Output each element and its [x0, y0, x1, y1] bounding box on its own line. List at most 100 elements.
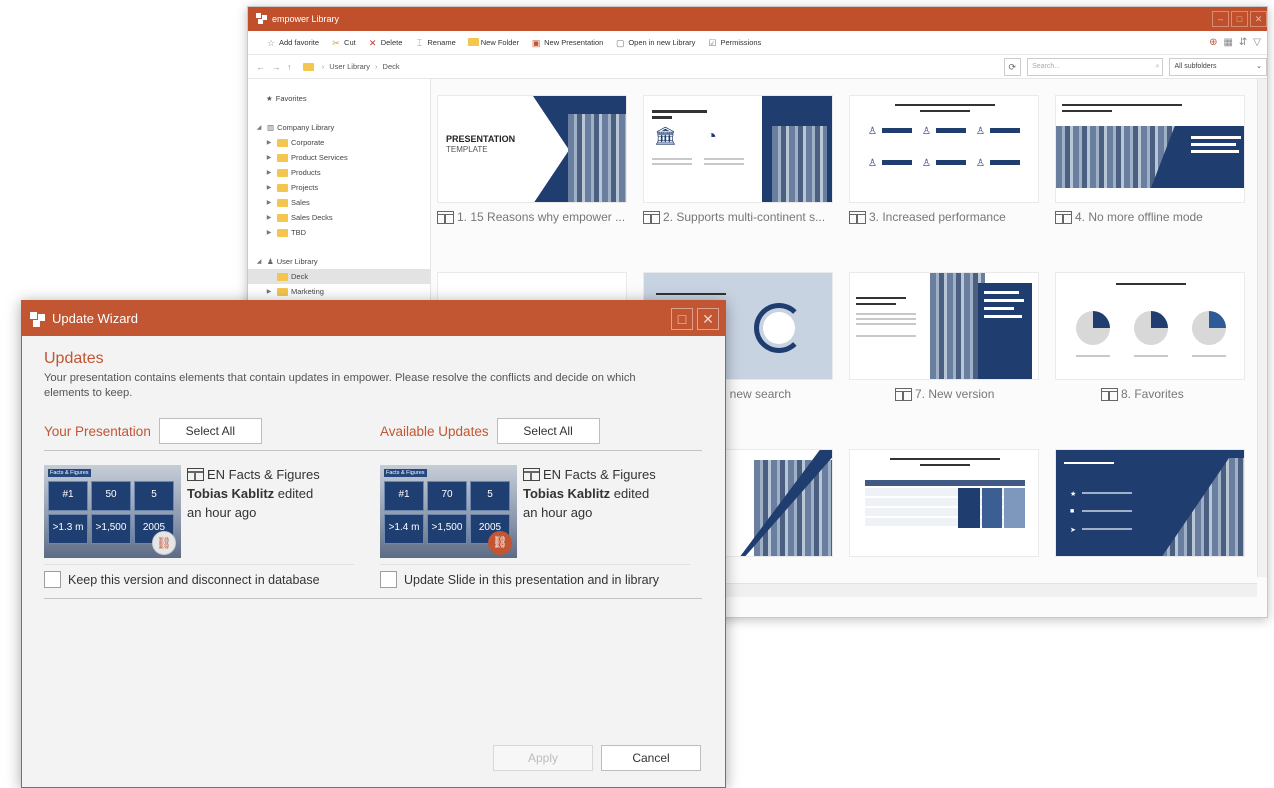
author-name: Tobias Kablitz — [523, 486, 611, 501]
up-arrow-icon[interactable]: ↑ — [287, 62, 303, 72]
folder-icon — [277, 228, 288, 237]
slide-preview: 🏛 ◔ — [643, 95, 833, 203]
star-icon: ☆ — [266, 37, 276, 48]
slide-label: 7. New version — [915, 387, 995, 401]
tree-item-deck[interactable]: Deck — [248, 269, 430, 284]
window-icon: ▢ — [616, 37, 625, 48]
cut-button[interactable]: ✂ Cut — [331, 38, 355, 48]
library-toolbar: ☆ Add favorite ✂ Cut ✕ Delete ⌶ Rename New F… — [248, 31, 1267, 55]
refresh-button[interactable]: ⟳ — [1003, 57, 1022, 76]
forward-arrow-icon[interactable]: → — [272, 62, 288, 72]
slide-icon — [849, 210, 866, 224]
tree-item-corporate[interactable]: ▶ Corporate — [248, 135, 430, 150]
maximize-icon[interactable]: □ — [1231, 11, 1248, 27]
update-slide-checkbox-row[interactable]: Update Slide in this presentation and in… — [380, 564, 690, 588]
link-icon: ⛓ — [152, 531, 176, 555]
slide-thumb-1[interactable]: PRESENTATION TEMPLATE 1. 15 Reasons why … — [437, 95, 627, 224]
folder-icon — [302, 62, 314, 71]
slide-thumb-7[interactable]: 7. New version — [849, 272, 1039, 401]
folder-icon — [277, 272, 288, 281]
keep-version-checkbox[interactable] — [44, 571, 61, 588]
search-input[interactable]: Search... ⌕ — [1027, 57, 1164, 76]
slide-preview — [849, 272, 1039, 380]
edit-time: an hour ago — [523, 505, 593, 520]
slide-label: 2. Supports multi-continent s... — [663, 210, 826, 224]
tree-item-sales[interactable]: ▶ Sales — [248, 195, 430, 210]
tree-item-products[interactable]: ▶ Products — [248, 165, 430, 180]
slide-icon — [1101, 387, 1118, 401]
maximize-icon[interactable]: □ — [671, 307, 693, 330]
subfolders-dropdown[interactable]: All subfolders ⌄ — [1169, 57, 1267, 76]
slide-label: 8. Favorites — [1121, 387, 1184, 401]
new-presentation-button[interactable]: ▣ New Presentation — [531, 38, 603, 48]
slide-thumb-2[interactable]: 🏛 ◔ 2. Supports multi-continent s... — [643, 95, 833, 224]
folder-icon — [277, 138, 288, 147]
slide-thumb-8[interactable]: 8. Favorites — [1055, 272, 1245, 401]
open-new-library-button[interactable]: ▢ Open in new Library — [615, 38, 695, 48]
slide-thumb-4[interactable]: 4. No more offline mode — [1055, 95, 1245, 224]
apply-button[interactable]: Apply — [493, 745, 593, 771]
view-icon[interactable]: ▦ — [1223, 37, 1232, 48]
keep-version-label: Keep this version and disconnect in data… — [68, 572, 320, 587]
slide-icon — [895, 387, 912, 401]
minimize-icon[interactable]: – — [1212, 11, 1229, 27]
available-updates-label: Available Updates — [380, 423, 489, 439]
select-all-left-button[interactable]: Select All — [158, 418, 262, 444]
tree-company-library[interactable]: ◢ ▥ Company Library — [248, 120, 430, 135]
tree-user-library[interactable]: ◢ ♟ User Library — [248, 254, 430, 269]
slide-preview: PRESENTATION TEMPLATE — [437, 95, 627, 203]
filter-icon[interactable]: ▽ — [1253, 37, 1261, 48]
update-slide-checkbox[interactable] — [380, 571, 397, 588]
cancel-button[interactable]: Cancel — [601, 745, 701, 771]
slide-thumb-3[interactable]: ♙ ♙ ♙ ♙ ♙ ♙ 3. Increased performance — [849, 95, 1039, 224]
select-all-right-button[interactable]: Select All — [496, 418, 600, 444]
tree-item-product-services[interactable]: ▶ Product Services — [248, 150, 430, 165]
back-arrow-icon[interactable]: ← — [256, 62, 272, 72]
close-icon[interactable]: ✕ — [697, 307, 719, 330]
delete-icon: ✕ — [368, 37, 377, 48]
library-title: empower Library — [272, 14, 340, 24]
close-icon[interactable]: ✕ — [1250, 11, 1267, 27]
your-presentation-label: Your Presentation — [44, 423, 151, 439]
vertical-scrollbar[interactable] — [1257, 79, 1267, 577]
expand-icon[interactable]: ◢ — [254, 258, 264, 265]
slide-thumb-11[interactable]: ★ ■ ➤ — [1055, 449, 1245, 557]
breadcrumb-deck[interactable]: Deck — [383, 62, 400, 71]
breadcrumb-user-library[interactable]: User Library — [329, 62, 370, 71]
slide-icon — [643, 210, 660, 224]
tree-item-projects[interactable]: ▶ Projects — [248, 180, 430, 195]
folder-icon — [277, 287, 288, 296]
slide-icon — [187, 468, 204, 481]
breadcrumb[interactable]: › User Library › Deck — [302, 58, 984, 76]
tree-favorites[interactable]: ★ Favorites — [248, 91, 430, 106]
keep-version-checkbox-row[interactable]: Keep this version and disconnect in data… — [44, 564, 354, 588]
edit-time: an hour ago — [187, 505, 257, 520]
tree-item-marketing[interactable]: ▶ Marketing — [248, 284, 430, 299]
expand-icon[interactable]: ◢ — [254, 124, 264, 131]
slide-label: 4. No more offline mode — [1075, 210, 1203, 224]
slide-label: 1. 15 Reasons why empower ... — [457, 210, 626, 224]
update-link-icon: ⛓ — [488, 531, 512, 555]
slide-preview — [849, 449, 1039, 557]
delete-button[interactable]: ✕ Delete — [368, 37, 402, 48]
wizard-heading: Updates — [44, 350, 104, 367]
new-folder-button[interactable]: New Folder — [467, 37, 519, 48]
slide-icon — [437, 210, 454, 224]
slide-thumb-10[interactable] — [849, 449, 1039, 557]
folder-icon — [277, 183, 288, 192]
right-slide-thumbnail[interactable]: Facts & Figures #1 70 5 >1.4 m >1,500 20… — [380, 465, 517, 558]
empower-logo-icon — [30, 311, 45, 327]
slide-preview — [1055, 95, 1245, 203]
wizard-description: Your presentation contains elements that… — [44, 372, 636, 399]
rename-button[interactable]: ⌶ Rename — [414, 38, 456, 48]
sort-icon[interactable]: ⇵ — [1239, 37, 1247, 48]
permissions-button[interactable]: ☑ Permissions — [707, 38, 761, 48]
tree-item-tbd[interactable]: ▶ TBD — [248, 225, 430, 240]
slide-icon — [523, 468, 540, 481]
left-slide-card: Facts & Figures #1 50 5 >1.3 m >1,500 20… — [44, 465, 380, 558]
left-slide-thumbnail[interactable]: Facts & Figures #1 50 5 >1.3 m >1,500 20… — [44, 465, 181, 558]
slide-preview — [1055, 272, 1245, 380]
add-favorite-button[interactable]: ☆ Add favorite — [266, 38, 319, 48]
tree-item-sales-decks[interactable]: ▶ Sales Decks — [248, 210, 430, 225]
help-icon[interactable]: ⊕ — [1209, 37, 1217, 48]
